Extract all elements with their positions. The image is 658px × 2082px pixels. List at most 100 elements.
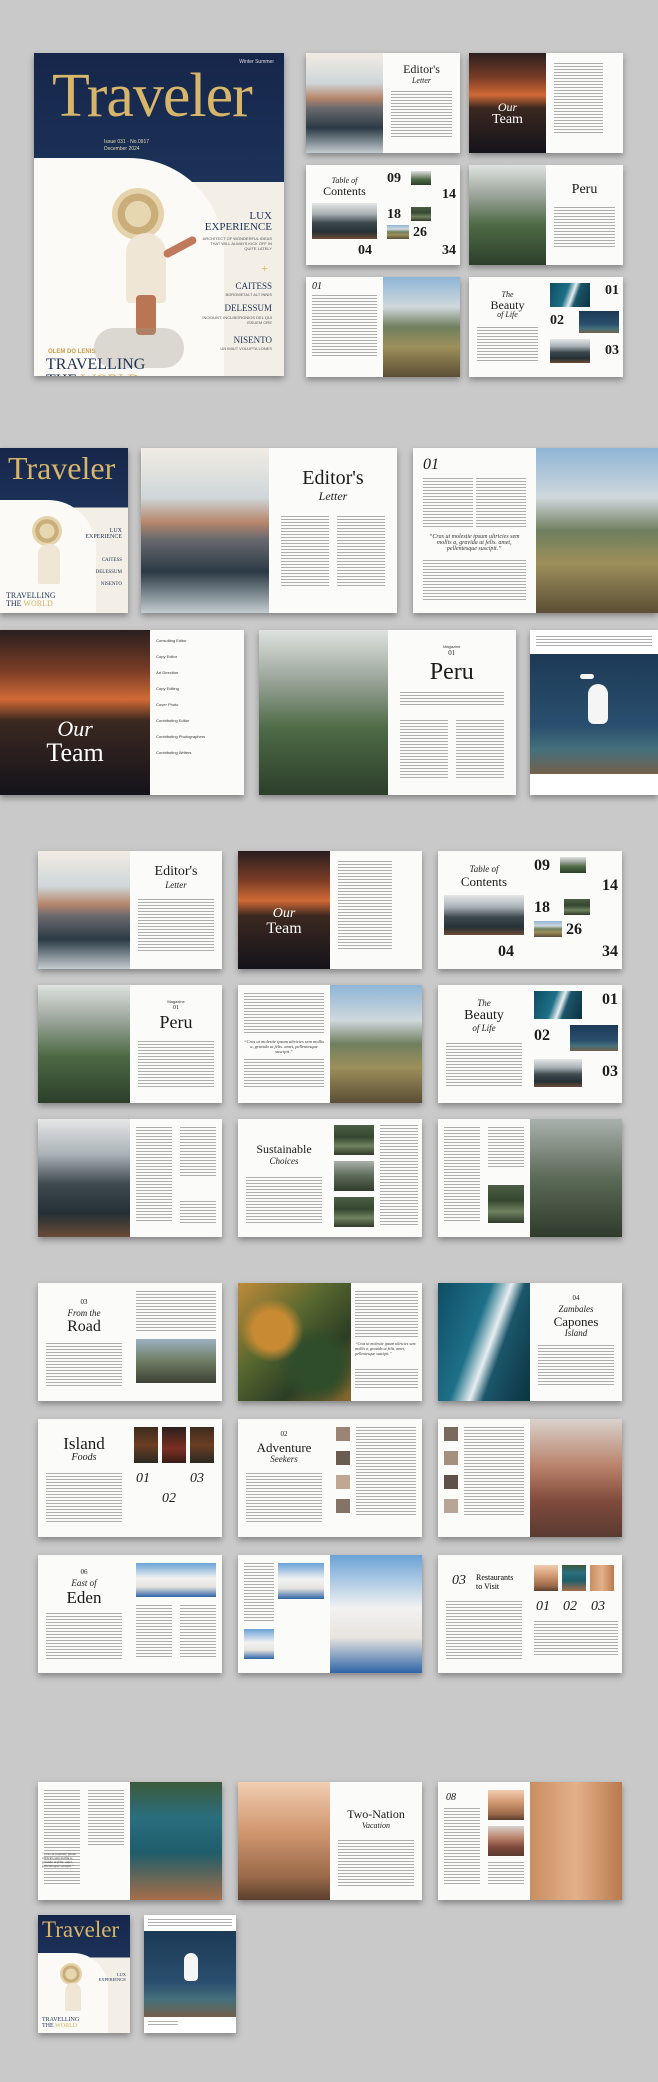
grid-sustainable-text (246, 1177, 322, 1223)
cover-title: Traveler (52, 62, 253, 130)
team-medium-credit-2: Art Direction (156, 670, 179, 675)
cover-caitess-text: BOROMETALT ALT INNIS (225, 292, 272, 297)
final-twonation-text (338, 1840, 414, 1886)
grid-restaurants-photo-2 (562, 1565, 586, 1591)
spread-page-photo: Our Team (0, 630, 151, 795)
cover-issue-date: December 2024 (104, 145, 140, 152)
grid-editors-text (138, 899, 214, 951)
spread-page-text: 01 “Cras ut molestie ipsum ultricies sem… (413, 448, 536, 613)
grid-quote-quote: “Cras ut molestie ipsum ultricies sem mo… (244, 1039, 325, 1054)
spread-page-restaurants: 01 02 03 (530, 1555, 622, 1673)
grid-peru: Magazine 01 Peru (38, 985, 222, 1103)
peru-medium-text-3 (456, 720, 504, 780)
back-cover-bird (184, 1953, 198, 1981)
grid-adventure-avatar-2 (336, 1451, 350, 1465)
cover-issue: Issue 031 · No.0917 December 2024 (104, 139, 149, 152)
final-door-thumb-2 (488, 1826, 524, 1856)
editors-sub: Letter (411, 76, 432, 85)
grid-toc-sub: Contents (460, 874, 508, 889)
editors-medium-text-1 (281, 516, 329, 586)
cover-medium-title: Traveler (8, 450, 116, 486)
peru-medium-text-1 (399, 692, 504, 706)
spread-page-credits (330, 851, 422, 969)
editors-medium-sub: Letter (318, 489, 348, 503)
final-door: 08 (438, 1782, 622, 1900)
egret-page-medium (530, 630, 658, 795)
grid-toc-num-09: 09 (534, 857, 550, 874)
grid-island-foods: Island Foods 01 03 02 (38, 1419, 222, 1537)
spread-page-toc-list: 09 14 18 26 34 (383, 165, 460, 265)
spread-page-text: 01 (306, 277, 383, 377)
cover-delessum-title: DELESSUM (224, 303, 272, 313)
grid-beauty-text (446, 1043, 522, 1087)
cover-lux-text: ARCHITECT OF WONDERFUL IDEAS THAT WILL A… (202, 236, 272, 251)
spread-page-photos (130, 1555, 222, 1673)
grid-editors: Editor's Letter (38, 851, 222, 969)
cover-headline-line2: THE WORLD (46, 372, 145, 377)
toc-thumb-3 (387, 225, 409, 239)
grid-fog (438, 1119, 622, 1237)
team-medium-credit-7: Contributing Writers (156, 750, 192, 755)
grid-peru-num: 01 (173, 1005, 179, 1011)
spread-page-text: 03 From the Road (38, 1283, 130, 1401)
spread-peru-medium: Magazine 01 Peru (259, 630, 516, 795)
spread-page-text (130, 1119, 222, 1237)
grid-eden-text-3 (180, 1605, 216, 1659)
spread-page-text: Editor's Letter (269, 448, 397, 613)
grid-toc-num-34: 34 (602, 943, 618, 960)
grid-restaurants-list (534, 1621, 618, 1657)
grid-restaurants-photo-3 (590, 1565, 614, 1591)
final-door-thumb-1 (488, 1790, 524, 1820)
cover-small-headline-2: THE WORLD (42, 2023, 79, 2029)
grid-santorini-photo-1 (278, 1563, 324, 1599)
quote-medium-text-3 (423, 560, 526, 600)
grid-canyon (438, 1419, 622, 1537)
grid-canyon-avatar-1 (444, 1427, 458, 1441)
grid-lake-text-3 (180, 1201, 216, 1223)
cover-small-world: WORLD (55, 2023, 78, 2029)
spread-page-photo (535, 448, 658, 613)
grid-adventure-num: 02 (280, 1430, 288, 1438)
spread-quote-small: 01 (306, 277, 460, 377)
spread-page-photo (469, 165, 546, 265)
team-sub: Team (492, 112, 523, 127)
grid-beauty-mid: Beauty (464, 1008, 504, 1023)
quote-medium-num: 01 (423, 456, 439, 473)
grid-eden-photo (136, 1563, 216, 1597)
grid-road-num: 03 (80, 1298, 88, 1306)
grid-island-num-01: 01 (136, 1471, 150, 1486)
cover-small-lux: LUX EXPERIENCE (98, 1972, 127, 1982)
grid-toc-title: Table of (469, 864, 499, 874)
egret-neck (580, 674, 594, 679)
grid-toc: Table of Contents 04 09 14 18 26 34 (438, 851, 622, 969)
grid-santorini-text (244, 1563, 274, 1623)
grid-island-title: Island (63, 1434, 105, 1453)
cover-small-hat (60, 1963, 82, 1985)
grid-zambales-sub: Island (564, 1328, 588, 1338)
grid-lake-text-1 (136, 1127, 172, 1223)
cover-lux-title: LUX EXPERIENCE (204, 210, 272, 233)
grid-santorini-photo-2 (244, 1629, 274, 1659)
team-medium-credit-3: Copy Editing (156, 686, 179, 691)
egret-text (536, 636, 652, 648)
grid-quote-text-1 (244, 993, 324, 1033)
egret-bird (588, 684, 608, 724)
grid-beauty-photo-2 (570, 1025, 618, 1051)
spread-page-photo (330, 1555, 422, 1673)
grid-sustainable-title: Sustainable (256, 1142, 312, 1156)
cover-headline-world: WORLD (81, 372, 140, 377)
grid-adventure-avatar-3 (336, 1475, 350, 1489)
grid-toc-thumb-1 (560, 857, 586, 873)
grid-restaurants-text (446, 1601, 522, 1659)
team-medium-title: Our (57, 716, 93, 741)
grid-zambales-mid: Capones (553, 1314, 599, 1329)
spread-page-photo (38, 1119, 130, 1237)
beauty-photo-2 (579, 311, 619, 333)
grid-restaurants-num: 03 (452, 1573, 466, 1588)
grid-eden: 06 East of Eden (38, 1555, 222, 1673)
cover-kicker: OLEM DO LENIS (48, 349, 96, 355)
peru-title: Peru (571, 182, 598, 197)
spread-page-text: “Cras ut molestie ipsum ultricies sem mo… (238, 985, 330, 1103)
toc-sub: Contents (323, 184, 366, 198)
spread-page-text: “Cras ut molestie ipsum ultricies sem mo… (351, 1283, 422, 1401)
